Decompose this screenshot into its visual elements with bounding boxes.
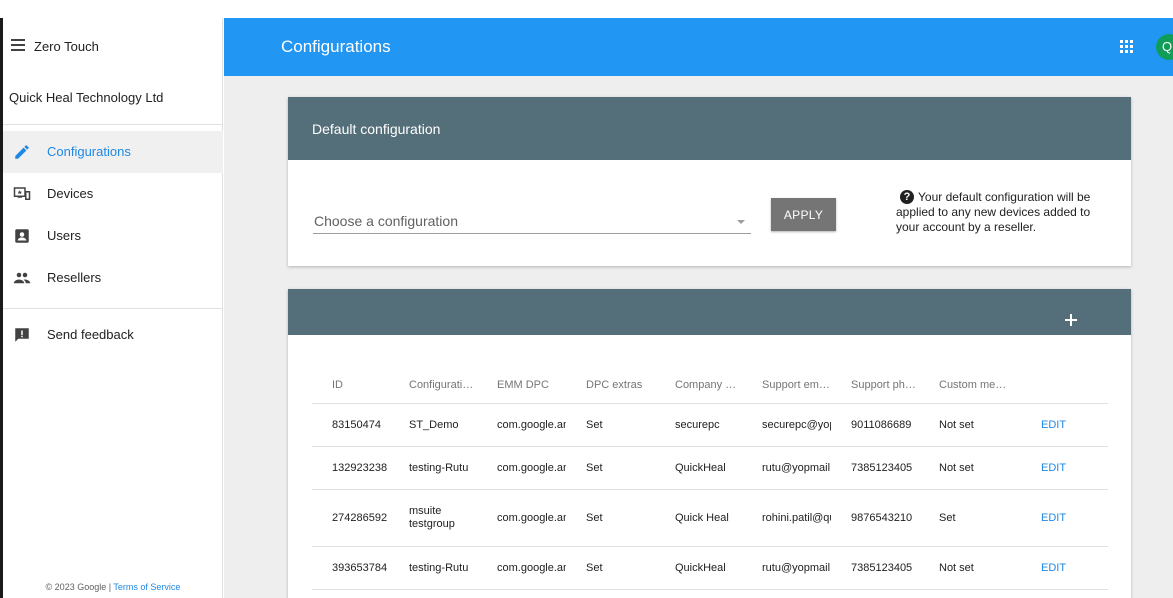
organization-name: Quick Heal Technology Ltd: [9, 90, 164, 105]
cell-company: securepc: [655, 403, 742, 447]
terms-of-service-link[interactable]: Terms of Service: [113, 582, 180, 592]
page-title: Configurations: [281, 37, 391, 56]
edit-button[interactable]: EDIT: [1021, 446, 1108, 490]
people-icon: [13, 272, 31, 284]
cell-support-phone: 7385123405: [831, 446, 919, 490]
cell-id: 393653784: [312, 546, 389, 590]
cell-id: 132923238: [312, 446, 389, 490]
sidebar-item-configurations[interactable]: Configurations: [3, 131, 223, 173]
cell-dpc-extras: Set: [566, 489, 655, 547]
sidebar-header: Zero Touch: [3, 18, 223, 76]
column-header-support-phone[interactable]: Support pho…: [831, 367, 919, 404]
column-header-company-name[interactable]: Company na…: [655, 367, 742, 404]
cell-support-phone: 7385123405: [831, 546, 919, 590]
cell-support-email: rohini.patil@qu: [742, 489, 831, 547]
help-text: Your default configuration will be appli…: [896, 190, 1091, 234]
help-icon: ?: [900, 190, 914, 204]
sidebar-item-label: Resellers: [47, 270, 102, 285]
cell-custom-message: Not set: [919, 403, 1021, 447]
cell-support-phone: 9876543210: [831, 489, 919, 547]
app-bar: Configurations Q: [224, 18, 1173, 76]
cell-support-email: securepc@yopı: [742, 403, 831, 447]
plus-icon[interactable]: [1060, 309, 1082, 331]
configurations-table: ID Configuratio… EMM DPC DPC extras Comp…: [312, 367, 1108, 590]
cell-emm-dpc: com.google.an: [477, 489, 566, 547]
table-row: 274286592 msuite testgroup com.google.an…: [312, 489, 1108, 547]
table-header-row: ID Configuratio… EMM DPC DPC extras Comp…: [312, 367, 1108, 404]
card-header: [288, 289, 1131, 335]
cell-company: QuickHeal: [655, 546, 742, 590]
default-configuration-card: Default configuration Choose a configura…: [288, 97, 1131, 266]
cell-dpc-extras: Set: [566, 403, 655, 447]
sidebar: Zero Touch Quick Heal Technology Ltd Con…: [3, 18, 223, 598]
send-feedback-label: Send feedback: [47, 327, 134, 342]
cell-configuration: msuite testgroup: [389, 489, 477, 547]
column-header-custom-message[interactable]: Custom me…: [919, 367, 1021, 404]
app-window: Zero Touch Quick Heal Technology Ltd Con…: [0, 0, 1173, 598]
configurations-table-card: ID Configuratio… EMM DPC DPC extras Comp…: [288, 289, 1131, 598]
sidebar-item-devices[interactable]: Devices: [3, 173, 223, 215]
sidebar-item-label: Devices: [47, 186, 94, 201]
cell-emm-dpc: com.google.an: [477, 546, 566, 590]
cell-dpc-extras: Set: [566, 446, 655, 490]
sidebar-item-users[interactable]: Users: [3, 215, 223, 257]
sidebar-divider: [3, 124, 223, 125]
cell-support-phone: 9011086689: [831, 403, 919, 447]
cell-id: 274286592: [312, 489, 389, 547]
cell-emm-dpc: com.google.an: [477, 446, 566, 490]
select-placeholder: Choose a configuration: [314, 213, 458, 229]
cell-company: Quick Heal: [655, 489, 742, 547]
card-title: Default configuration: [312, 121, 441, 137]
cell-custom-message: Not set: [919, 446, 1021, 490]
top-border: [0, 0, 1173, 18]
cell-support-email: rutu@yopmail.c: [742, 546, 831, 590]
column-header-actions: [1021, 367, 1108, 404]
pencil-icon: [15, 145, 29, 159]
main-content: Default configuration Choose a configura…: [224, 76, 1173, 598]
column-header-id[interactable]: ID: [312, 367, 389, 404]
menu-icon[interactable]: [11, 39, 25, 51]
cell-custom-message: Set: [919, 489, 1021, 547]
cell-configuration: ST_Demo: [389, 403, 477, 447]
cell-configuration: testing-Rutu: [389, 446, 477, 490]
app-title: Zero Touch: [34, 39, 99, 54]
table-row: 83150474 ST_Demo com.google.an Set secur…: [312, 403, 1108, 447]
cell-custom-message: Not set: [919, 546, 1021, 590]
cell-id: 83150474: [312, 403, 389, 447]
card-header: Default configuration: [288, 97, 1131, 160]
send-feedback-button[interactable]: Send feedback: [3, 314, 223, 356]
apps-grid-icon[interactable]: [1120, 40, 1133, 53]
cell-company: QuickHeal: [655, 446, 742, 490]
column-header-configuration[interactable]: Configuratio…: [389, 367, 477, 404]
sidebar-divider: [3, 308, 223, 309]
column-header-emm-dpc[interactable]: EMM DPC: [477, 367, 566, 404]
configuration-select[interactable]: Choose a configuration: [313, 207, 751, 234]
devices-icon: [13, 187, 31, 200]
column-header-support-email[interactable]: Support em…: [742, 367, 831, 404]
chevron-down-icon: [737, 220, 745, 224]
cell-dpc-extras: Set: [566, 546, 655, 590]
cell-emm-dpc: com.google.an: [477, 403, 566, 447]
copyright-text: © 2023 Google |: [45, 582, 114, 592]
feedback-icon: [15, 328, 29, 342]
table-row: 132923238 testing-Rutu com.google.an Set…: [312, 446, 1108, 490]
sidebar-footer: © 2023 Google | Terms of Service: [3, 582, 223, 592]
column-header-dpc-extras[interactable]: DPC extras: [566, 367, 655, 404]
table-row: 393653784 testing-Rutu com.google.an Set…: [312, 546, 1108, 590]
apply-button[interactable]: APPLY: [771, 198, 836, 231]
edit-button[interactable]: EDIT: [1021, 489, 1108, 547]
sidebar-item-label: Users: [47, 228, 81, 243]
avatar[interactable]: Q: [1156, 34, 1173, 60]
edit-button[interactable]: EDIT: [1021, 403, 1108, 447]
edit-button[interactable]: EDIT: [1021, 546, 1108, 590]
user-badge-icon: [15, 229, 29, 243]
cell-support-email: rutu@yopmail.c: [742, 446, 831, 490]
cell-configuration: testing-Rutu: [389, 546, 477, 590]
sidebar-item-resellers[interactable]: Resellers: [3, 257, 223, 299]
sidebar-item-label: Configurations: [47, 144, 131, 159]
